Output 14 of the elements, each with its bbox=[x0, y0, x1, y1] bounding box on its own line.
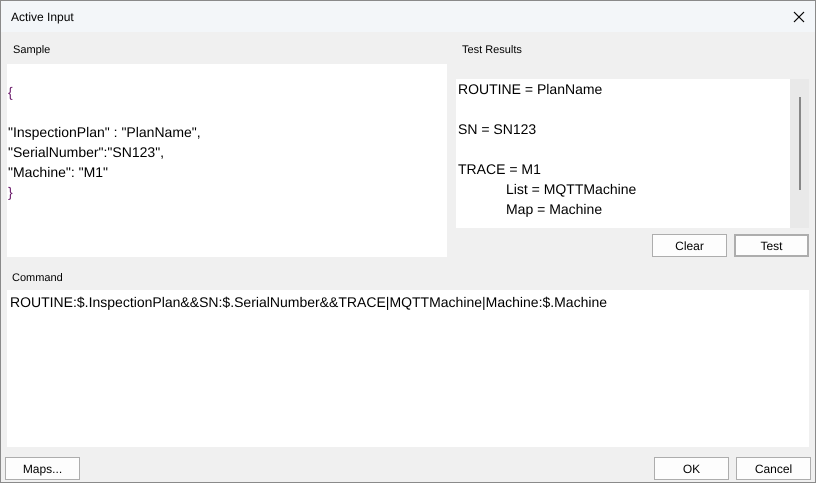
sample-label: Sample bbox=[13, 44, 52, 56]
test-results-area: ROUTINE = PlanName SN = SN123 TRACE = M1 List = MQTTMachine Map = Machine bbox=[456, 79, 790, 228]
command-field[interactable]: ROUTINE:$.InspectionPlan&&SN:$.SerialNumber&&TRACE|MQTTMachine|Machine:$.Machine bbox=[7, 290, 809, 447]
scrollbar-thumb[interactable] bbox=[798, 97, 800, 190]
test-results-label: Test Results bbox=[462, 44, 523, 56]
cancel-button[interactable]: Cancel bbox=[736, 457, 811, 480]
clear-button[interactable]: Clear bbox=[652, 234, 727, 257]
maps-button[interactable]: Maps... bbox=[5, 457, 80, 480]
close-icon[interactable] bbox=[793, 10, 805, 22]
ok-button[interactable]: OK bbox=[654, 457, 729, 480]
sample-text-area[interactable]: { "InspectionPlan" : "PlanName", "SerialNumber":"SN123", "Machine": "M1" } bbox=[7, 64, 447, 257]
window-title: Active Input bbox=[11, 10, 74, 24]
test-button[interactable]: Test bbox=[734, 234, 809, 257]
command-label: Command bbox=[12, 272, 64, 284]
